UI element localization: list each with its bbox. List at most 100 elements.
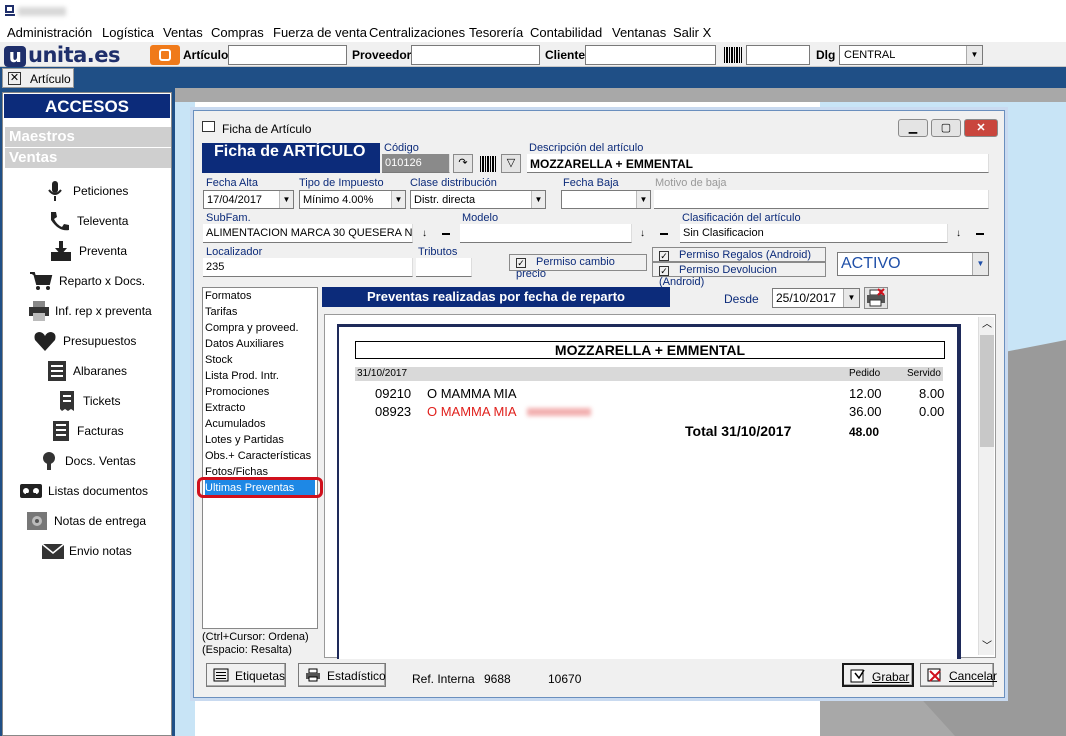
impuesto-select[interactable]: Mínimo 4.00% ▼ <box>299 190 406 209</box>
sidebar-item-listas[interactable]: Listas documentos <box>3 478 171 504</box>
menu-ventanas[interactable]: Ventanas <box>612 25 666 40</box>
tributos-field[interactable] <box>416 258 472 277</box>
total-label: Total 31/10/2017 <box>685 423 792 439</box>
menu-administracion[interactable]: Administración <box>7 25 92 40</box>
motivo-baja-field[interactable] <box>654 190 989 209</box>
list-item[interactable]: Compra y proveed. <box>205 320 299 336</box>
check-icon: ✓ <box>659 266 669 276</box>
sidebar-item-label: Inf. rep x preventa <box>55 304 152 318</box>
estado-select[interactable]: ACTIVO ▼ <box>837 252 989 276</box>
descripcion-field[interactable]: MOZZARELLA + EMMENTAL <box>527 154 989 173</box>
list-item[interactable]: Lotes y Partidas <box>205 432 284 448</box>
codigo-field[interactable]: 010126 <box>382 154 450 173</box>
refresh-icon[interactable]: ↷ <box>453 154 473 173</box>
sidebar-item-peticiones[interactable]: Peticiones <box>3 178 171 204</box>
minus-icon[interactable] <box>660 233 668 235</box>
fecha-baja-field[interactable]: ▼ <box>561 190 651 209</box>
redacted-text <box>18 7 66 16</box>
minimize-button[interactable]: ▁ <box>898 119 928 137</box>
grabar-button[interactable]: Grabar <box>842 663 914 687</box>
list-item[interactable]: Datos Auxiliares <box>205 336 284 352</box>
sidebar-item-docs-ventas[interactable]: Docs. Ventas <box>3 448 171 474</box>
cancel-icon <box>927 668 941 682</box>
section-maestros[interactable]: Maestros <box>5 127 171 147</box>
chevron-down-icon[interactable]: ▼ <box>843 289 859 307</box>
barcode-icon[interactable] <box>723 47 743 63</box>
fecha-alta-field[interactable]: 17/04/2017 ▼ <box>203 190 294 209</box>
chevron-down-icon[interactable]: ▼ <box>391 191 405 208</box>
clasificacion-field[interactable]: Sin Clasificacion <box>680 224 948 243</box>
sidebar-item-facturas[interactable]: Facturas <box>3 418 171 444</box>
sidebar-item-label: Presupuestos <box>63 334 137 348</box>
list-item[interactable]: Extracto <box>205 400 245 416</box>
close-button[interactable]: ✕ <box>964 119 998 137</box>
menu-contabilidad[interactable]: Contabilidad <box>530 25 602 40</box>
menu-fuerza-de-venta[interactable]: Fuerza de venta <box>273 25 367 40</box>
minus-icon[interactable] <box>976 233 984 235</box>
delegacion-select[interactable]: CENTRAL ▼ <box>839 45 983 65</box>
arrow-down-icon[interactable]: ↓ <box>422 228 427 239</box>
close-icon[interactable]: ✕ <box>8 72 21 85</box>
menu-salir[interactable]: Salir X <box>673 25 711 40</box>
app-titlebar <box>0 0 1066 22</box>
permiso-devolucion-checkbox[interactable]: ✓ Permiso Devolucion (Android) <box>652 262 826 288</box>
arrow-down-icon[interactable]: ↓ <box>956 228 961 239</box>
filter-icon[interactable]: ▽ <box>501 154 521 173</box>
desde-date-picker[interactable]: 25/10/2017 ▼ <box>772 288 860 308</box>
sidebar-item-reparto[interactable]: Reparto x Docs. <box>3 268 171 294</box>
permiso-regalos-checkbox[interactable]: ✓ Permiso Regalos (Android) <box>652 247 826 262</box>
subfam-field[interactable]: ALIMENTACION MARCA 30 QUESERA NA <box>203 224 413 243</box>
list-item[interactable]: Lista Prod. Intr. <box>205 368 279 384</box>
chevron-down-icon[interactable]: ▼ <box>279 191 293 208</box>
report-row[interactable]: 08923 O MAMMA MIA 36.00 0.00 <box>339 403 949 421</box>
clase-distribucion-select[interactable]: Distr. directa ▼ <box>410 190 546 209</box>
scroll-up-icon[interactable]: ︿ <box>979 317 995 333</box>
tab-articulo[interactable]: ✕ Artículo <box>2 68 74 88</box>
report-viewer: MOZZARELLA + EMMENTAL 31/10/2017 Pedido … <box>324 314 996 659</box>
barcode-input[interactable] <box>746 45 810 65</box>
sidebar-item-televenta[interactable]: Televenta <box>3 208 171 234</box>
sidebar-item-tickets[interactable]: Tickets <box>3 388 171 414</box>
scroll-thumb[interactable] <box>980 335 994 447</box>
chevron-down-icon[interactable]: ▼ <box>636 191 650 208</box>
list-item[interactable]: Stock <box>205 352 233 368</box>
list-item[interactable]: Formatos <box>205 288 251 304</box>
chevron-down-icon[interactable]: ▼ <box>531 191 545 208</box>
list-item[interactable]: Promociones <box>205 384 269 400</box>
sidebar-item-albaranes[interactable]: Albaranes <box>3 358 171 384</box>
articulo-search-input[interactable] <box>228 45 347 65</box>
arrow-down-icon[interactable]: ↓ <box>640 228 645 239</box>
menu-tesoreria[interactable]: Tesorería <box>469 25 523 40</box>
print-button[interactable] <box>864 287 888 309</box>
list-item[interactable]: Tarifas <box>205 304 237 320</box>
proveedor-search-input[interactable] <box>411 45 540 65</box>
estadistico-button[interactable]: Estadístico <box>298 663 386 687</box>
etiquetas-button[interactable]: Etiquetas <box>206 663 286 687</box>
report-scrollbar[interactable]: ︿ ﹀ <box>978 317 994 655</box>
menu-logistica[interactable]: Logística <box>102 25 154 40</box>
sidebar-item-envio-notas[interactable]: Envio notas <box>3 538 171 564</box>
section-ventas[interactable]: Ventas <box>5 148 171 168</box>
maximize-button[interactable]: ▢ <box>931 119 961 137</box>
scroll-down-icon[interactable]: ﹀ <box>979 639 995 655</box>
chevron-down-icon[interactable]: ▼ <box>966 46 982 64</box>
menu-ventas[interactable]: Ventas <box>163 25 203 40</box>
sidebar-item-preventa[interactable]: Preventa <box>3 238 171 264</box>
sidebar-item-presupuestos[interactable]: Presupuestos <box>3 328 171 354</box>
menu-centralizaciones[interactable]: Centralizaciones <box>369 25 465 40</box>
list-item[interactable]: Obs.+ Características <box>205 448 311 464</box>
modelo-field[interactable] <box>460 224 632 243</box>
sidebar-item-inf-rep[interactable]: Inf. rep x preventa <box>3 298 171 324</box>
barcode-icon[interactable] <box>479 156 499 172</box>
sidebar-item-notas-entrega[interactable]: Notas de entrega <box>3 508 171 534</box>
menu-compras[interactable]: Compras <box>211 25 264 40</box>
permiso-cambio-precio-checkbox[interactable]: ✓ Permiso cambio precio <box>509 254 647 280</box>
blogger-icon[interactable] <box>150 45 180 65</box>
list-item[interactable]: Acumulados <box>205 416 266 432</box>
cliente-search-input[interactable] <box>585 45 716 65</box>
cancelar-button[interactable]: Cancelar <box>920 663 997 687</box>
chevron-down-icon[interactable]: ▼ <box>972 253 988 275</box>
localizador-field[interactable]: 235 <box>203 258 413 277</box>
report-row[interactable]: 09210 O MAMMA MIA 12.00 8.00 <box>339 385 949 403</box>
minus-icon[interactable] <box>442 233 450 235</box>
